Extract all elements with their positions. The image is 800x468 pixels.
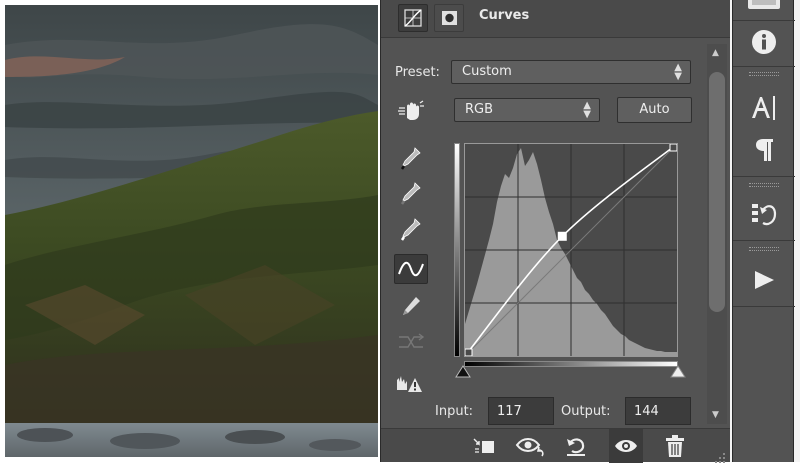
channel-value: RGB — [465, 102, 494, 117]
dock-separator — [733, 66, 795, 67]
curves-adjustment-icon[interactable] — [398, 4, 428, 32]
panel-footer — [381, 428, 731, 463]
right-dock — [730, 0, 800, 462]
output-gradient-bar — [454, 143, 460, 357]
on-image-adjust-hand-icon[interactable] — [394, 96, 428, 126]
dock-separator — [733, 306, 795, 307]
channel-select[interactable]: RGB ▲ ▼ — [454, 98, 600, 122]
clip-to-layer-icon[interactable] — [467, 429, 501, 463]
black-point-slider[interactable] — [454, 365, 472, 379]
panel-header: Curves — [381, 0, 731, 38]
pencil-draw-icon[interactable] — [394, 292, 428, 322]
panel-title: Curves — [479, 8, 530, 23]
curve-edit-points-icon[interactable] — [394, 254, 428, 284]
white-point-slider[interactable] — [669, 365, 687, 379]
output-field[interactable]: 144 — [625, 397, 691, 425]
curve-control-point-selected[interactable] — [557, 231, 567, 241]
scroll-down-icon[interactable]: ▼ — [712, 410, 719, 420]
panel-scrollbar[interactable]: ▲ ▼ — [707, 44, 727, 424]
input-label: Input: — [435, 404, 474, 419]
info-icon[interactable] — [743, 24, 785, 60]
preset-label: Preset: — [395, 65, 440, 80]
dock-grip[interactable] — [749, 72, 779, 76]
preset-select[interactable]: Custom ▲ ▼ — [451, 60, 691, 84]
auto-button[interactable]: Auto — [617, 97, 692, 123]
view-previous-state-icon[interactable] — [514, 429, 548, 463]
dock-separator — [733, 240, 795, 241]
curves-graph[interactable] — [464, 143, 678, 357]
smooth-curve-icon[interactable] — [394, 327, 428, 357]
character-icon[interactable] — [743, 90, 785, 126]
dock-separator — [733, 176, 795, 177]
scroll-up-icon[interactable]: ▲ — [712, 48, 719, 58]
chevron-updown-icon: ▲ ▼ — [583, 100, 591, 120]
resize-grip-icon[interactable] — [714, 449, 726, 463]
actions-play-icon[interactable] — [743, 262, 785, 298]
chevron-updown-icon: ▲ ▼ — [674, 62, 682, 82]
toggle-visibility-icon[interactable] — [609, 429, 643, 463]
history-icon[interactable] — [743, 197, 785, 233]
reset-icon[interactable] — [559, 429, 593, 463]
properties-panel: Curves Preset: Custom ▲ ▼ RGB ▲ ▼ Auto I… — [380, 0, 731, 463]
white-point-eyedropper-icon[interactable] — [394, 214, 428, 244]
preset-value: Custom — [462, 64, 512, 79]
curve-control-point[interactable] — [464, 348, 473, 357]
clipping-warning-icon[interactable] — [394, 368, 428, 398]
paragraph-icon[interactable] — [743, 132, 785, 168]
dock-grip[interactable] — [749, 247, 779, 251]
curve-control-point[interactable] — [669, 143, 678, 152]
dock-separator — [733, 20, 795, 21]
layer-mask-icon[interactable] — [434, 4, 464, 32]
image-canvas[interactable] — [5, 5, 378, 457]
black-point-eyedropper-icon[interactable] — [394, 143, 428, 173]
collapse-icon[interactable] — [743, 0, 785, 16]
gray-point-eyedropper-icon[interactable] — [394, 178, 428, 208]
dock-grip[interactable] — [749, 183, 779, 187]
scrollbar-thumb[interactable] — [709, 72, 725, 312]
delete-icon[interactable] — [658, 429, 692, 463]
input-gradient-bar — [464, 361, 678, 367]
dock-column — [732, 0, 795, 462]
input-field[interactable]: 117 — [488, 397, 554, 425]
output-label: Output: — [561, 404, 611, 419]
